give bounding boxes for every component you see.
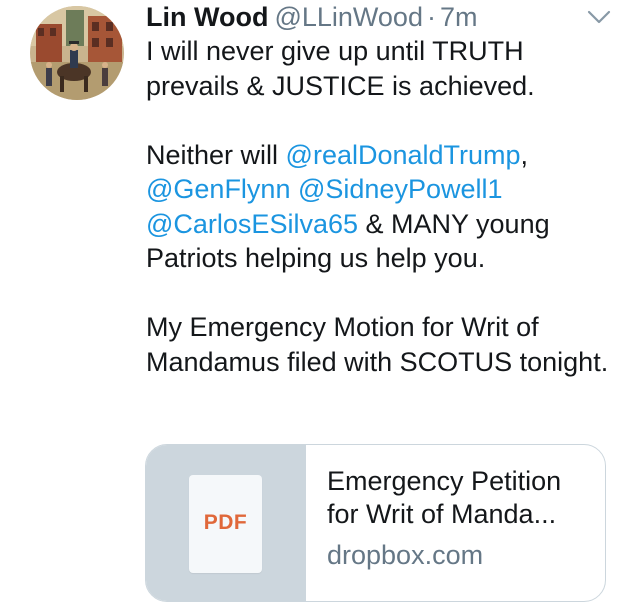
- card-title: Emergency Petition for Writ of Manda...: [327, 466, 562, 529]
- author-name[interactable]: Lin Wood: [146, 2, 268, 32]
- pdf-label: PDF: [203, 511, 248, 534]
- card-thumbnail: PDF: [146, 445, 306, 601]
- mention-sidneypowell1[interactable]: @SidneyPowell1: [298, 174, 503, 204]
- mention-genflynn[interactable]: @GenFlynn: [146, 174, 290, 204]
- pdf-file-icon: PDF: [189, 475, 262, 573]
- card-domain: dropbox.com: [327, 540, 484, 570]
- mention-carlosesilva65[interactable]: @CarlosESilva65: [146, 209, 358, 239]
- tweet-paragraph-3: My Emergency Motion for Writ of Mandamus…: [146, 312, 609, 377]
- chevron-down-icon[interactable]: [586, 8, 612, 26]
- card-info: Emergency Petition for Writ of Manda... …: [327, 465, 592, 572]
- tweet: Lin Wood @LLinWood · 7m I will never give u…: [0, 0, 640, 611]
- timestamp[interactable]: 7m: [440, 2, 478, 32]
- tweet-paragraph-1: I will never give up until TRUTH prevail…: [146, 36, 535, 101]
- tweet-text: I will never give up until TRUTH prevail…: [146, 34, 616, 379]
- tweet-paragraph-2: Neither will @realDonaldTrump, @GenFlynn…: [146, 138, 616, 276]
- avatar[interactable]: [30, 6, 124, 100]
- paragraph-2-comma: ,: [520, 139, 529, 170]
- mention-realdonaldtrump[interactable]: @realDonaldTrump: [286, 140, 521, 170]
- paragraph-2-lead: Neither will: [146, 139, 286, 170]
- link-card[interactable]: PDF Emergency Petition for Writ of Manda…: [145, 444, 606, 602]
- tweet-header: Lin Wood @LLinWood · 7m: [146, 0, 477, 34]
- author-handle[interactable]: @LLinWood: [274, 2, 423, 32]
- avatar-image: [30, 6, 124, 100]
- separator-dot: ·: [426, 2, 436, 32]
